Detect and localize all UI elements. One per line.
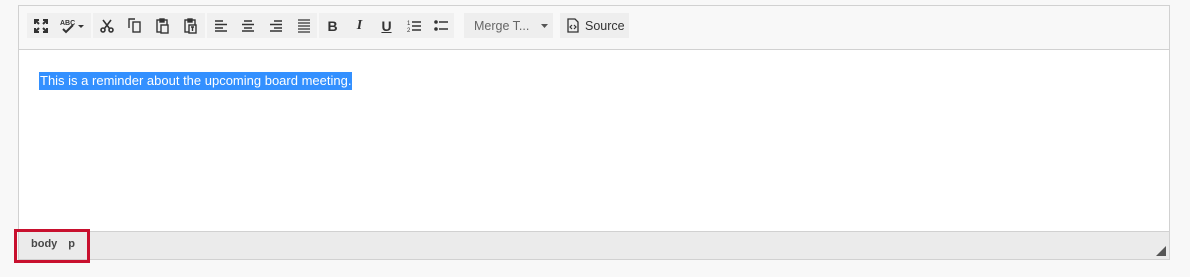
- content-paragraph[interactable]: This is a reminder about the upcoming bo…: [39, 71, 353, 90]
- svg-text:1: 1: [407, 21, 411, 27]
- cut-button[interactable]: [93, 13, 121, 38]
- bulleted-list-icon: [433, 19, 448, 31]
- source-icon: [567, 18, 579, 33]
- align-justify-icon: [297, 18, 310, 33]
- align-center-button[interactable]: [234, 13, 262, 38]
- italic-button[interactable]: I: [346, 13, 373, 38]
- underline-button[interactable]: U: [373, 13, 400, 38]
- toolbar-group-align: [207, 13, 317, 38]
- copy-icon: [128, 18, 141, 33]
- source-button[interactable]: Source: [560, 13, 629, 38]
- bold-icon: B: [327, 17, 338, 34]
- maximize-button[interactable]: [27, 13, 55, 38]
- path-item-p[interactable]: p: [68, 238, 75, 250]
- merge-tags-label: Merge T...: [474, 18, 530, 33]
- align-center-icon: [242, 19, 254, 32]
- align-left-button[interactable]: [207, 13, 234, 38]
- paste-text-icon: [184, 17, 197, 34]
- underline-icon: U: [381, 17, 392, 34]
- editor-toolbar: ABC B I U 1 2 Merge T... Source: [19, 6, 1169, 50]
- spellcheck-button[interactable]: ABC: [55, 13, 89, 38]
- toolbar-group-format: B I U 1 2: [319, 13, 454, 38]
- paste-text-button[interactable]: [177, 13, 205, 38]
- merge-tags-dropdown[interactable]: Merge T...: [464, 13, 553, 38]
- svg-text:2: 2: [407, 28, 411, 33]
- align-justify-button[interactable]: [290, 13, 317, 38]
- spellcheck-icon: ABC: [60, 20, 84, 33]
- resize-handle-icon[interactable]: [1156, 246, 1166, 256]
- bold-button[interactable]: B: [319, 13, 346, 38]
- rich-text-editor: ABC B I U 1 2 Merge T... Source This is …: [18, 5, 1170, 260]
- source-label: Source: [585, 18, 625, 33]
- copy-button[interactable]: [121, 13, 149, 38]
- numbered-list-button[interactable]: 1 2: [400, 13, 427, 38]
- align-left-icon: [214, 19, 227, 32]
- align-right-button[interactable]: [262, 13, 290, 38]
- editor-statusbar: body p: [19, 231, 1169, 259]
- numbered-list-icon: 1 2: [407, 21, 421, 33]
- paste-icon: [156, 17, 169, 34]
- selected-text[interactable]: This is a reminder about the upcoming bo…: [39, 72, 353, 90]
- editor-content-area[interactable]: This is a reminder about the upcoming bo…: [19, 50, 1169, 232]
- toolbar-group-clipboard: [93, 13, 205, 38]
- bulleted-list-button[interactable]: [427, 13, 454, 38]
- chevron-down-icon: [541, 24, 548, 28]
- path-item-body[interactable]: body: [31, 238, 57, 250]
- align-right-icon: [270, 19, 282, 32]
- italic-icon: I: [356, 17, 363, 33]
- scissors-icon: [100, 19, 114, 33]
- paste-button[interactable]: [149, 13, 177, 38]
- element-path: body p: [31, 238, 75, 250]
- toolbar-group-tools: ABC: [27, 13, 91, 38]
- maximize-icon: [34, 18, 48, 33]
